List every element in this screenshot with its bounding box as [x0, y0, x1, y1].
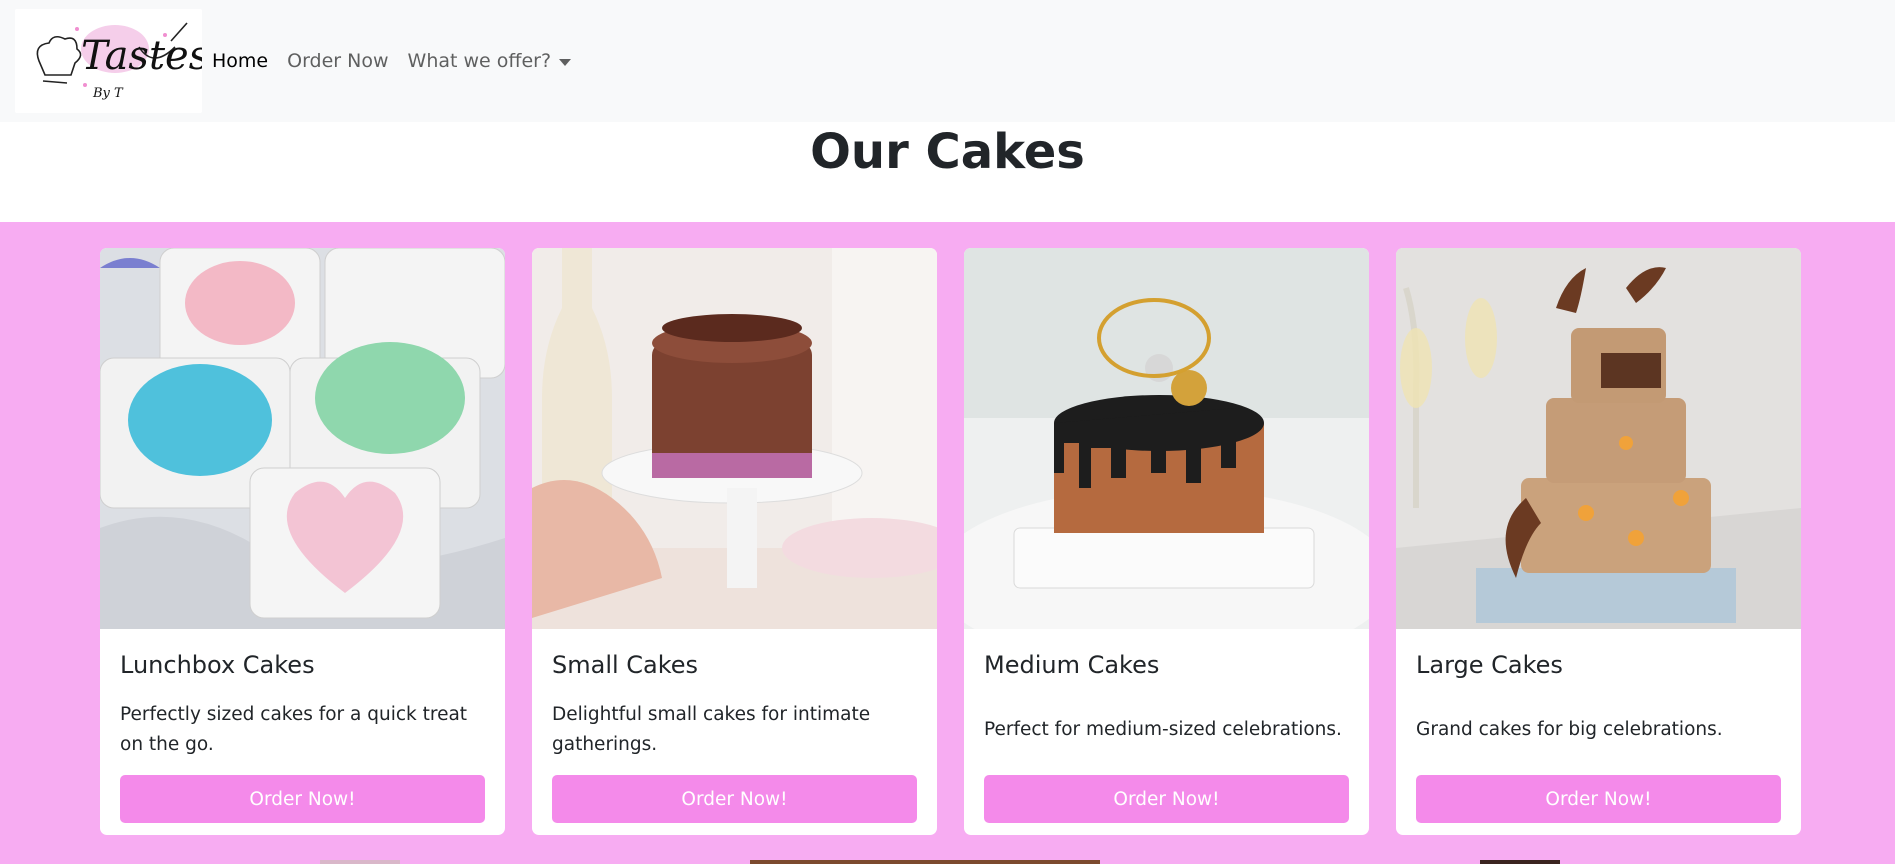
tastes-logo-image: Tastes By T: [36, 22, 202, 101]
logo-subtext: By T: [92, 86, 124, 101]
next-row-image-peek: [750, 860, 1100, 864]
next-row-image-peek: [320, 860, 400, 864]
order-now-button[interactable]: Order Now!: [120, 775, 485, 823]
card-description: Perfect for medium-sized celebrations.: [984, 719, 1342, 740]
cakes-section: Lunchbox Cakes Perfectly sized cakes for…: [0, 222, 1895, 864]
card-title: Lunchbox Cakes: [120, 651, 315, 679]
nav-home-label: Home: [212, 50, 269, 72]
small-cake-image: [532, 248, 937, 629]
navbar: Tastes By T Home Order Now What we offer…: [0, 0, 1895, 122]
card-title: Medium Cakes: [984, 651, 1160, 679]
card-title: Large Cakes: [1416, 651, 1563, 679]
cake-card-lunchbox: Lunchbox Cakes Perfectly sized cakes for…: [100, 248, 505, 835]
order-now-button[interactable]: Order Now!: [1416, 775, 1781, 823]
card-description: Grand cakes for big celebrations.: [1416, 719, 1723, 740]
next-row-image-peek: [1480, 860, 1560, 864]
order-now-button[interactable]: Order Now!: [552, 775, 917, 823]
brand-logo[interactable]: Tastes By T: [15, 9, 202, 113]
card-description: Perfectly sized cakes for a quick treat …: [120, 704, 468, 755]
nav-links: Home Order Now What we offer?: [212, 0, 590, 122]
caret-down-icon: [559, 58, 572, 66]
cake-card-small: Small Cakes Delightful small cakes for i…: [532, 248, 937, 835]
logo-wordmark: Tastes: [81, 33, 202, 79]
lunchbox-cakes-image: [100, 248, 505, 629]
order-now-button[interactable]: Order Now!: [984, 775, 1349, 823]
nav-order-now-label: Order Now: [287, 50, 389, 72]
card-description: Delightful small cakes for intimate gath…: [552, 704, 871, 755]
nav-what-we-offer-label: What we offer?: [407, 50, 552, 72]
card-body: Small Cakes Delightful small cakes for i…: [552, 629, 917, 835]
large-cake-image: [1396, 248, 1801, 629]
card-body: Large Cakes Grand cakes for big celebrat…: [1416, 629, 1781, 835]
card-title: Small Cakes: [552, 651, 699, 679]
card-body: Lunchbox Cakes Perfectly sized cakes for…: [120, 629, 485, 835]
medium-cake-image: [964, 248, 1369, 629]
nav-home-link[interactable]: Home: [212, 50, 268, 72]
card-body: Medium Cakes Perfect for medium-sized ce…: [984, 629, 1349, 835]
nav-order-now-link[interactable]: Order Now: [287, 50, 388, 72]
cake-card-medium: Medium Cakes Perfect for medium-sized ce…: [964, 248, 1369, 835]
page-title: Our Cakes: [810, 124, 1085, 180]
cake-card-large: Large Cakes Grand cakes for big celebrat…: [1396, 248, 1801, 835]
nav-what-we-offer-dropdown[interactable]: What we offer?: [408, 50, 572, 72]
